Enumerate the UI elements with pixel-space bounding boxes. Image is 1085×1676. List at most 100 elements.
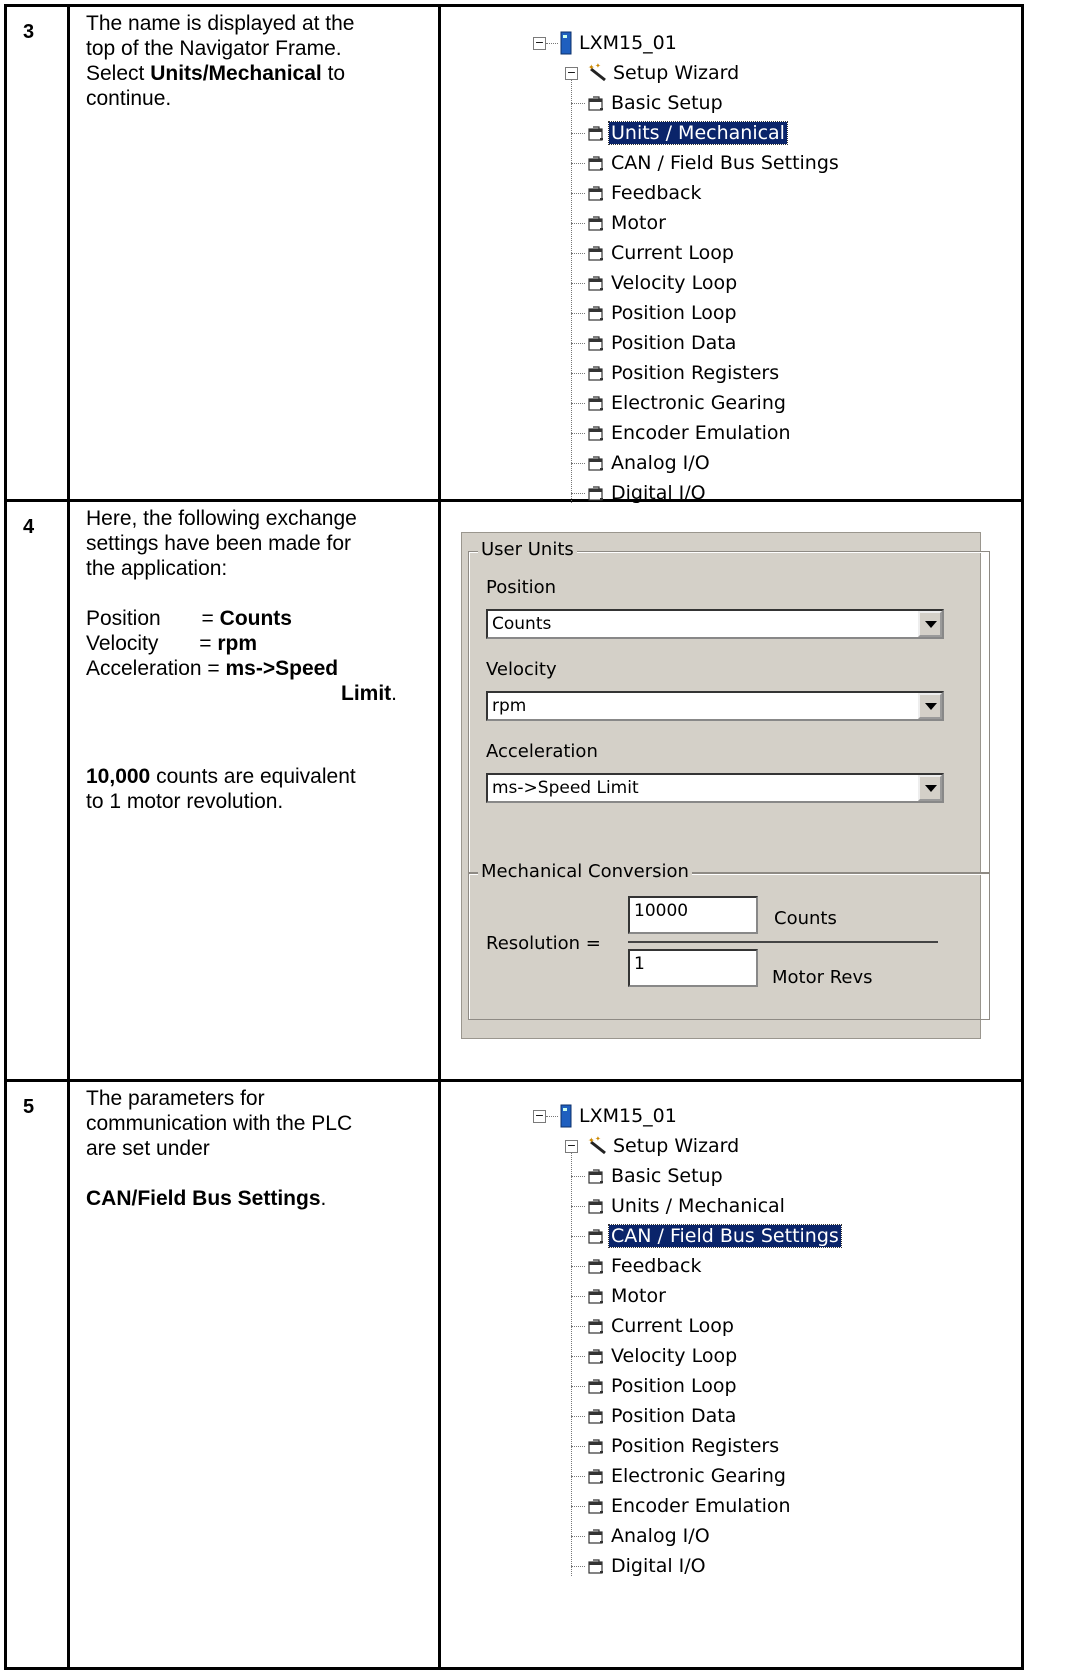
tree-item-label: Motor <box>611 1285 666 1307</box>
tree-item[interactable]: CAN / Field Bus Settings <box>609 149 841 177</box>
step-number: 5 <box>23 1096 35 1118</box>
setting-key: Acceleration = <box>86 657 226 680</box>
tree-root-label[interactable]: LXM15_01 <box>577 1102 679 1130</box>
page-icon <box>587 1558 605 1574</box>
text-line: the application: <box>86 557 228 580</box>
tree-item-label: Position Data <box>611 332 737 354</box>
page-icon <box>587 335 605 351</box>
setup-wizard-label[interactable]: Setup Wizard <box>611 1132 741 1160</box>
page-icon <box>587 305 605 321</box>
text-line: top of the Navigator Frame. <box>86 37 342 60</box>
collapse-toggle-icon[interactable]: − <box>533 1110 546 1123</box>
position-value: Counts <box>492 614 552 634</box>
page-icon <box>587 155 605 171</box>
tree-connector <box>571 1266 585 1267</box>
tree-item-label: CAN / Field Bus Settings <box>608 1224 842 1248</box>
dropdown-arrow-icon[interactable] <box>918 775 942 801</box>
navigator-tree: − LXM15_01− ✦ ✦ Setup Wizard Basic Setup Units… <box>441 1082 1011 1666</box>
velocity-label: Velocity <box>486 659 557 680</box>
tree-item[interactable]: Position Loop <box>609 1372 739 1400</box>
tree-item[interactable]: Position Data <box>609 329 738 357</box>
tree-item[interactable]: Position Loop <box>609 299 739 327</box>
tree-connector <box>571 133 585 134</box>
tree-item[interactable]: Position Data <box>609 1402 738 1430</box>
svg-text:✦: ✦ <box>595 63 601 70</box>
tree-item-label: Position Registers <box>611 362 780 384</box>
page-icon <box>587 1318 605 1334</box>
acceleration-select[interactable]: ms->Speed Limit <box>486 773 944 803</box>
tree-item-label: Electronic Gearing <box>611 1465 786 1487</box>
setup-wizard-text: Setup Wizard <box>613 62 740 84</box>
text-line: 10,000 counts are equivalent <box>86 764 432 789</box>
tree-connector <box>546 1116 558 1117</box>
svg-text:✦: ✦ <box>588 63 595 72</box>
tree-connector <box>571 1296 585 1297</box>
velocity-value: rpm <box>492 696 527 716</box>
text-fragment: . <box>391 682 398 705</box>
tree-item[interactable]: Position Registers <box>609 359 781 387</box>
tree-item[interactable]: Current Loop <box>609 1312 736 1340</box>
tree-connector <box>571 343 585 344</box>
tree-item-label: Velocity Loop <box>611 272 738 294</box>
page-icon <box>587 275 605 291</box>
text-line: communication with the PLC <box>86 1112 353 1135</box>
tree-connector <box>571 193 585 194</box>
setup-wizard-label[interactable]: Setup Wizard <box>611 59 741 87</box>
tree-root-label[interactable]: LXM15_01 <box>577 29 679 57</box>
acceleration-label: Acceleration <box>486 741 598 762</box>
tree-item[interactable]: Basic Setup <box>609 89 725 117</box>
tree-item[interactable]: Velocity Loop <box>609 1342 739 1370</box>
tree-item[interactable]: Units / Mechanical <box>609 1192 787 1220</box>
tree-item[interactable]: Digital I/O <box>609 1552 708 1580</box>
tree-item[interactable]: Analog I/O <box>609 449 712 477</box>
tree-item[interactable]: Units / Mechanical <box>608 119 788 147</box>
wizard-wand-icon: ✦ ✦ <box>587 62 609 88</box>
dropdown-arrow-icon[interactable] <box>918 611 942 637</box>
tree-item-label: Current Loop <box>611 1315 734 1337</box>
tree-item[interactable]: Encoder Emulation <box>609 419 793 447</box>
velocity-select[interactable]: rpm <box>486 691 944 721</box>
tree-item[interactable]: CAN / Field Bus Settings <box>608 1222 842 1250</box>
tree-item-label: Motor <box>611 212 666 234</box>
tree-connector <box>571 1506 585 1507</box>
tree-connector <box>571 1566 585 1567</box>
tree-connector <box>571 1386 585 1387</box>
screenshot-cell: − LXM15_01− ✦ ✦ Setup Wizard Basic Setup Units… <box>438 1079 1024 1670</box>
collapse-toggle-icon[interactable]: − <box>533 37 546 50</box>
tree-item[interactable]: Encoder Emulation <box>609 1492 793 1520</box>
dropdown-arrow-icon[interactable] <box>918 693 942 719</box>
tree-connector <box>571 163 585 164</box>
tree-connector <box>571 1206 585 1207</box>
tree-item[interactable]: Motor <box>609 209 668 237</box>
position-select[interactable]: Counts <box>486 609 944 639</box>
tree-item[interactable]: Current Loop <box>609 239 736 267</box>
text-line: to 1 motor revolution. <box>86 790 284 813</box>
tree-item[interactable]: Analog I/O <box>609 1522 712 1550</box>
tree-item[interactable]: Basic Setup <box>609 1162 725 1190</box>
revs-input[interactable]: 1 <box>628 949 758 987</box>
step-row-5: 5 The parameters for communication with … <box>4 1079 1024 1670</box>
tree-item[interactable]: Electronic Gearing <box>609 389 788 417</box>
text-line: Select Units/Mechanical to <box>86 61 432 86</box>
wizard-wand-icon: ✦ ✦ <box>587 1135 609 1161</box>
tree-item[interactable]: Electronic Gearing <box>609 1462 788 1490</box>
drive-icon <box>560 1104 572 1133</box>
mechanical-legend: Mechanical Conversion <box>478 861 692 882</box>
tree-connector <box>571 1476 585 1477</box>
step-description-cell: The name is displayed at the top of the … <box>67 4 441 502</box>
tree-item[interactable]: Feedback <box>609 1252 703 1280</box>
tree-connector <box>571 1356 585 1357</box>
tree-root-text: LXM15_01 <box>579 32 677 54</box>
setting-key: Position = <box>86 607 220 630</box>
tree-item[interactable]: Position Registers <box>609 1432 781 1460</box>
tree-item[interactable]: Feedback <box>609 179 703 207</box>
step-description-cell: Here, the following exchange settings ha… <box>67 499 441 1082</box>
screenshot-cell: − LXM15_01− ✦ ✦ Setup Wizard Basic Setup Units… <box>438 4 1024 504</box>
counts-input[interactable]: 10000 <box>628 896 758 934</box>
page-icon <box>587 1378 605 1394</box>
tree-item[interactable]: Motor <box>609 1282 668 1310</box>
tree-item[interactable]: Velocity Loop <box>609 269 739 297</box>
page-icon <box>587 1168 605 1184</box>
text-fragment: . <box>320 1187 327 1210</box>
